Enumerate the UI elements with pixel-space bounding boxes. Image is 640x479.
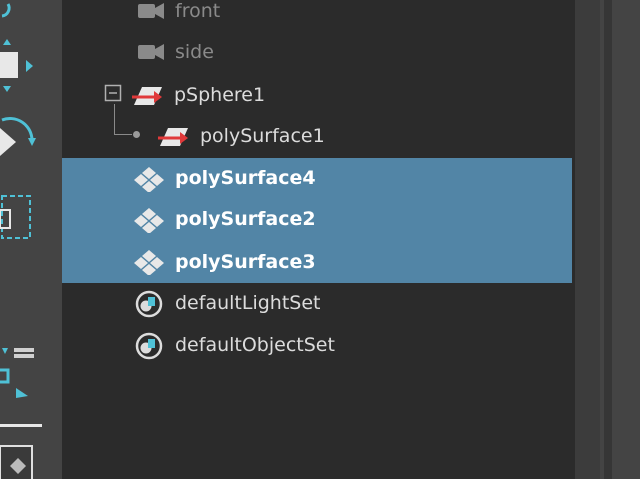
mesh-icon (134, 208, 164, 233)
transform-icon (158, 128, 188, 146)
set-icon (135, 332, 163, 360)
row-label: polySurface2 (175, 208, 316, 230)
right-panel-edge (600, 0, 640, 479)
outliner-row-defaultlightset[interactable]: defaultLightSet (62, 283, 572, 324)
row-label: polySurface1 (200, 125, 325, 147)
outliner-scrollbar[interactable] (575, 0, 600, 479)
select-region-icon[interactable] (0, 188, 48, 248)
row-label: front (175, 0, 221, 22)
tool-shelf (0, 0, 48, 479)
scale-tool-icon[interactable] (0, 36, 48, 106)
outliner-row-psphere1[interactable]: pSphere1 (62, 75, 572, 116)
row-label: side (175, 41, 214, 63)
manipulator-tool-icon[interactable] (0, 340, 48, 400)
set-icon (135, 290, 163, 318)
outliner-row-polysurface2[interactable]: polySurface2 (62, 199, 572, 240)
outliner-row-polysurface1[interactable]: polySurface1 (62, 116, 572, 157)
row-label: defaultLightSet (175, 292, 321, 314)
outliner-panel: front side pSphere1 polySurface1 polySur… (62, 0, 575, 479)
outliner-row-side[interactable]: side (62, 32, 572, 73)
layout-icon[interactable] (0, 444, 48, 479)
outliner-row-defaultobjectset[interactable]: defaultObjectSet (62, 325, 572, 366)
row-label: defaultObjectSet (175, 334, 335, 356)
row-label: polySurface4 (175, 167, 316, 189)
transform-icon (132, 87, 162, 105)
outliner-row-polysurface3[interactable]: polySurface3 (62, 240, 572, 283)
mesh-icon (134, 167, 164, 192)
collapse-minus-icon[interactable] (104, 84, 124, 104)
camera-icon (138, 44, 164, 60)
row-label: pSphere1 (174, 84, 266, 106)
row-label: polySurface3 (175, 251, 316, 273)
mesh-icon (134, 250, 164, 275)
outliner-row-front[interactable]: front (62, 0, 572, 32)
camera-icon (138, 3, 164, 19)
rotate-tool-icon[interactable] (0, 112, 48, 172)
rotate-tool-top-icon[interactable] (0, 0, 48, 30)
outliner-row-polysurface4[interactable]: polySurface4 (62, 158, 572, 199)
shelf-divider (0, 424, 42, 427)
